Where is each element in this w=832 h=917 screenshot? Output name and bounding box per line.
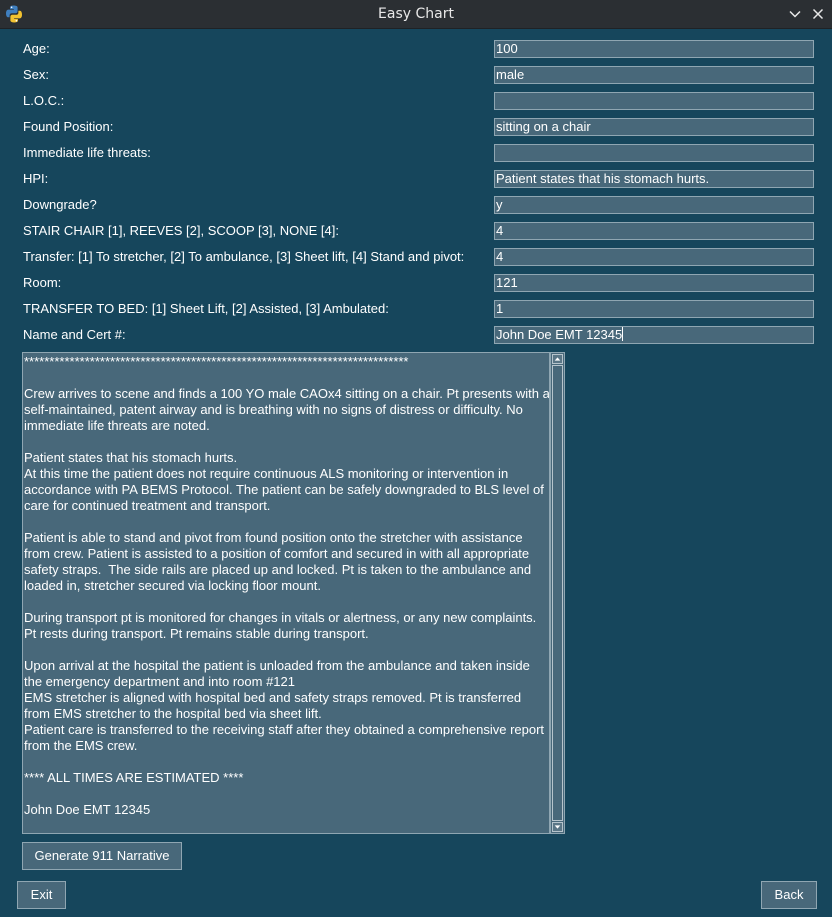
narrative-scrollbar[interactable] — [550, 352, 565, 834]
scroll-up-arrow-icon[interactable] — [552, 354, 563, 364]
loc-label: L.O.C.: — [23, 93, 65, 108]
hpi-input[interactable]: Patient states that his stomach hurts. — [494, 170, 814, 188]
narrative-text: ****************************************… — [24, 354, 550, 817]
found-position-label: Found Position: — [23, 119, 114, 134]
back-button[interactable]: Back — [761, 881, 817, 909]
exit-button[interactable]: Exit — [17, 881, 66, 909]
close-icon[interactable] — [809, 5, 827, 23]
scroll-down-arrow-icon[interactable] — [552, 822, 563, 832]
life-threats-input[interactable] — [494, 144, 814, 162]
stair-chair-label: STAIR CHAIR [1], REEVES [2], SCOOP [3], … — [23, 223, 339, 238]
transfer-input[interactable]: 4 — [494, 248, 814, 266]
transfer-label: Transfer: [1] To stretcher, [2] To ambul… — [23, 249, 465, 264]
generate-narrative-button[interactable]: Generate 911 Narrative — [22, 842, 182, 870]
sex-label: Sex: — [23, 67, 50, 82]
loc-input[interactable] — [494, 92, 814, 110]
room-label: Room: — [23, 275, 62, 290]
stair-chair-row: STAIR CHAIR [1], REEVES [2], SCOOP [3], … — [0, 218, 832, 244]
age-input[interactable]: 100 — [494, 40, 814, 58]
age-row: Age: 100 — [0, 36, 832, 62]
transfer-to-bed-input[interactable]: 1 — [494, 300, 814, 318]
life-threats-label: Immediate life threats: — [23, 145, 151, 160]
room-input[interactable]: 121 — [494, 274, 814, 292]
text-cursor — [622, 327, 624, 341]
transfer-to-bed-row: TRANSFER TO BED: [1] Sheet Lift, [2] Ass… — [0, 296, 832, 322]
found-position-row: Found Position: sitting on a chair — [0, 114, 832, 140]
name-cert-label: Name and Cert #: — [23, 327, 126, 342]
narrative-textarea[interactable]: ****************************************… — [22, 352, 550, 834]
minimize-chevron-icon[interactable] — [786, 5, 804, 23]
sex-row: Sex: male — [0, 62, 832, 88]
loc-row: L.O.C.: — [0, 88, 832, 114]
life-threats-row: Immediate life threats: — [0, 140, 832, 166]
hpi-row: HPI: Patient states that his stomach hur… — [0, 166, 832, 192]
window-title: Easy Chart — [378, 6, 454, 22]
stair-chair-input[interactable]: 4 — [494, 222, 814, 240]
sex-input[interactable]: male — [494, 66, 814, 84]
title-bar: Easy Chart — [0, 0, 832, 29]
transfer-row: Transfer: [1] To stretcher, [2] To ambul… — [0, 244, 832, 270]
name-cert-value: John Doe EMT 12345 — [496, 327, 623, 342]
age-label: Age: — [23, 41, 50, 56]
hpi-label: HPI: — [23, 171, 49, 186]
name-cert-input[interactable]: John Doe EMT 12345 — [494, 326, 814, 344]
transfer-to-bed-label: TRANSFER TO BED: [1] Sheet Lift, [2] Ass… — [23, 301, 389, 316]
downgrade-input[interactable]: y — [494, 196, 814, 214]
downgrade-label: Downgrade? — [23, 197, 97, 212]
scrollbar-thumb[interactable] — [552, 365, 563, 821]
found-position-input[interactable]: sitting on a chair — [494, 118, 814, 136]
room-row: Room: 121 — [0, 270, 832, 296]
downgrade-row: Downgrade? y — [0, 192, 832, 218]
name-cert-row: Name and Cert #: John Doe EMT 12345 — [0, 322, 832, 348]
